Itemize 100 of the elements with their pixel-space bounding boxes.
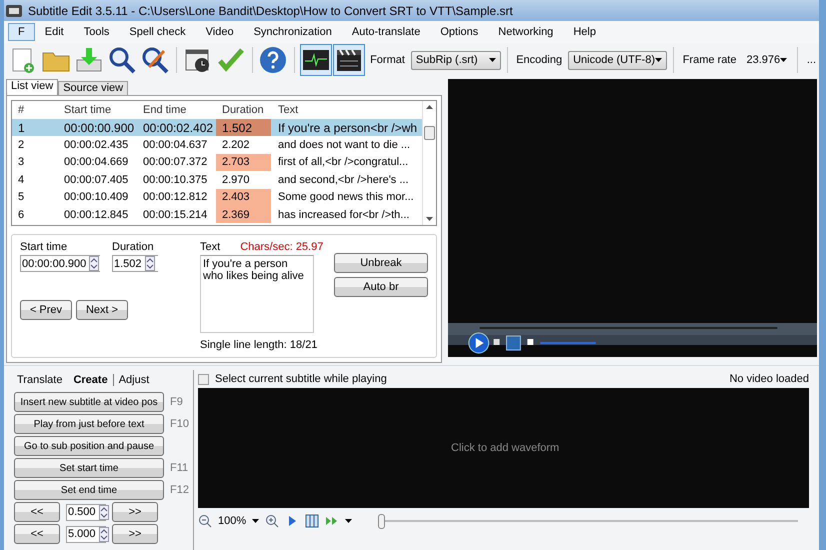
scrollbar-thumb[interactable] (424, 126, 435, 140)
menu-item[interactable]: Auto-translate (342, 23, 430, 41)
spin-icon[interactable] (98, 504, 109, 520)
help-icon[interactable] (258, 45, 288, 75)
table-cell-text: 00:00:12.812 (142, 190, 208, 206)
table-cell-text: and second,<br />here's ... (277, 172, 410, 188)
shortcut-label: F12 (170, 484, 189, 496)
chars-per-sec-label: Chars/sec: 25.97 (240, 241, 324, 253)
table-cell-text: 4 (17, 172, 26, 188)
table-cell: 1.502 (216, 119, 271, 136)
create-action-button[interactable]: Set start time (14, 458, 164, 478)
tab[interactable]: Source view (58, 81, 128, 95)
menu-item[interactable]: Synchronization (244, 23, 342, 41)
search-icon[interactable] (107, 45, 137, 75)
caret-icon (488, 58, 496, 62)
table-cell-text: 00:00:07.405 (63, 172, 130, 188)
table-cell-text: 2 (17, 138, 26, 154)
waveform-panel[interactable]: Click to add waveform (198, 388, 809, 508)
table-cell-text: first of all,<br />congratul... (277, 155, 410, 170)
column-header[interactable]: Text (272, 101, 422, 119)
duration-label: Duration (112, 241, 155, 253)
tab[interactable]: Adjust (114, 374, 156, 386)
table-cell-text: 5 (17, 190, 26, 206)
step-forward-button[interactable]: >> (112, 524, 158, 544)
table-cell-text: has increased for<br />th... (277, 208, 410, 223)
tab[interactable]: Create (68, 374, 114, 386)
format-dropdown[interactable]: SubRip (.srt) (410, 50, 501, 70)
step-forward-button[interactable]: >> (112, 502, 158, 522)
menu-item[interactable]: Tools (74, 23, 120, 41)
text-label: Text (200, 241, 220, 253)
field-value: 0.500 (68, 506, 96, 518)
menu-item[interactable]: Help (563, 23, 606, 41)
column-header[interactable]: Duration (216, 101, 272, 119)
table-row[interactable]: 1 00:00:00.900 00:00:02.402 1.502 If you're a person<br />wh (12, 119, 422, 136)
time-field[interactable]: 00:00:00.900 (20, 255, 100, 272)
step-back-button[interactable]: << (14, 502, 60, 522)
caret-icon[interactable] (252, 519, 260, 523)
table-cell: 2.369 (216, 206, 271, 224)
column-header[interactable]: Start time (58, 101, 137, 119)
subtitle-text-field[interactable]: If you're a person who likes being alive (200, 255, 314, 333)
menu-item[interactable]: Spell check (119, 23, 196, 41)
caret-icon (780, 58, 788, 62)
checkbox[interactable] (198, 374, 209, 384)
table-cell-text: 00:00:15.214 (142, 208, 208, 223)
columns-icon[interactable] (305, 514, 320, 528)
clapperboard-icon[interactable] (334, 45, 364, 75)
menu-item[interactable]: Options (430, 23, 488, 41)
table-cell: 2.703 (216, 154, 271, 172)
text-action-button[interactable]: Unbreak (334, 253, 428, 273)
more-button[interactable]: ... (806, 54, 816, 66)
spin-icon[interactable] (98, 526, 109, 542)
caret-icon[interactable] (345, 519, 352, 523)
field-value: 1.502 (114, 258, 142, 270)
menu-item[interactable]: Edit (34, 23, 74, 41)
nav-button[interactable]: Next > (76, 300, 128, 320)
create-action-button[interactable]: Go to sub position and pause (14, 436, 164, 456)
frame-rate-label: Frame rate (682, 54, 736, 66)
zoom-in-icon[interactable] (265, 514, 280, 528)
spin-icon[interactable] (89, 256, 100, 271)
time-field[interactable]: 0.500 (66, 504, 106, 520)
create-action-button[interactable]: Set end time (14, 480, 164, 500)
scroll-up-icon[interactable] (426, 105, 433, 109)
table-row[interactable]: 5 00:00:10.409 00:00:12.812 2.403 Some good news this mor... (12, 188, 422, 206)
time-field[interactable]: 1.502 (112, 255, 158, 272)
column-header[interactable]: # (12, 101, 58, 119)
line-length-label: Single line length: 18/21 (200, 339, 318, 351)
menu-item[interactable]: Networking (488, 23, 564, 41)
encoding-dropdown[interactable]: Unicode (UTF-8) (568, 50, 667, 70)
text-action-button[interactable]: Auto br (334, 277, 428, 297)
tab[interactable]: Translate (12, 374, 68, 386)
table-cell-text: 00:00:00.900 (63, 120, 136, 136)
video-status: No video loaded (729, 373, 809, 385)
encoding-label: Encoding (516, 54, 562, 66)
field-value: 5.000 (68, 528, 96, 540)
tab[interactable]: List view (6, 79, 58, 95)
scroll-down-icon[interactable] (426, 217, 433, 221)
create-action-button[interactable]: Insert new subtitle at video pos (14, 392, 164, 412)
slider-thumb[interactable] (378, 514, 386, 528)
table-cell-text: 3 (17, 155, 26, 170)
waveform-icon[interactable] (301, 45, 332, 75)
table-row[interactable]: 6 00:00:12.845 00:00:15.214 2.369 has increased for<br />th... (12, 206, 422, 224)
zoom-value: 100% (218, 515, 246, 527)
nav-button[interactable]: < Prev (20, 300, 72, 320)
step-back-button[interactable]: << (14, 524, 60, 544)
menu-item[interactable]: F (8, 23, 35, 41)
spin-icon[interactable] (144, 256, 155, 271)
table-cell-text: 00:00:07.372 (142, 155, 208, 170)
time-field[interactable]: 5.000 (66, 526, 106, 542)
table-row[interactable]: 3 00:00:04.669 00:00:07.372 2.703 first of all,<br />congratul... (12, 154, 422, 172)
menu-item[interactable]: Video (196, 23, 244, 41)
zoom-out-icon[interactable] (198, 514, 212, 528)
table-cell-text: 00:00:10.409 (63, 190, 130, 206)
search-pencil-icon[interactable] (140, 45, 170, 75)
create-action-button[interactable]: Play from just before text (14, 414, 164, 434)
table-cell-text: 00:00:02.402 (142, 120, 214, 136)
fast-forward-icon[interactable] (325, 514, 340, 528)
table-row[interactable]: 4 00:00:07.405 00:00:10.375 2.970 and second,<br />here's ... (12, 171, 422, 189)
column-header[interactable]: End time (137, 101, 216, 119)
table-row[interactable]: 2 00:00:02.435 00:00:04.637 2.202 and does not want to die ... (12, 136, 422, 154)
frame-rate-dropdown[interactable]: 23.976 (742, 50, 792, 70)
